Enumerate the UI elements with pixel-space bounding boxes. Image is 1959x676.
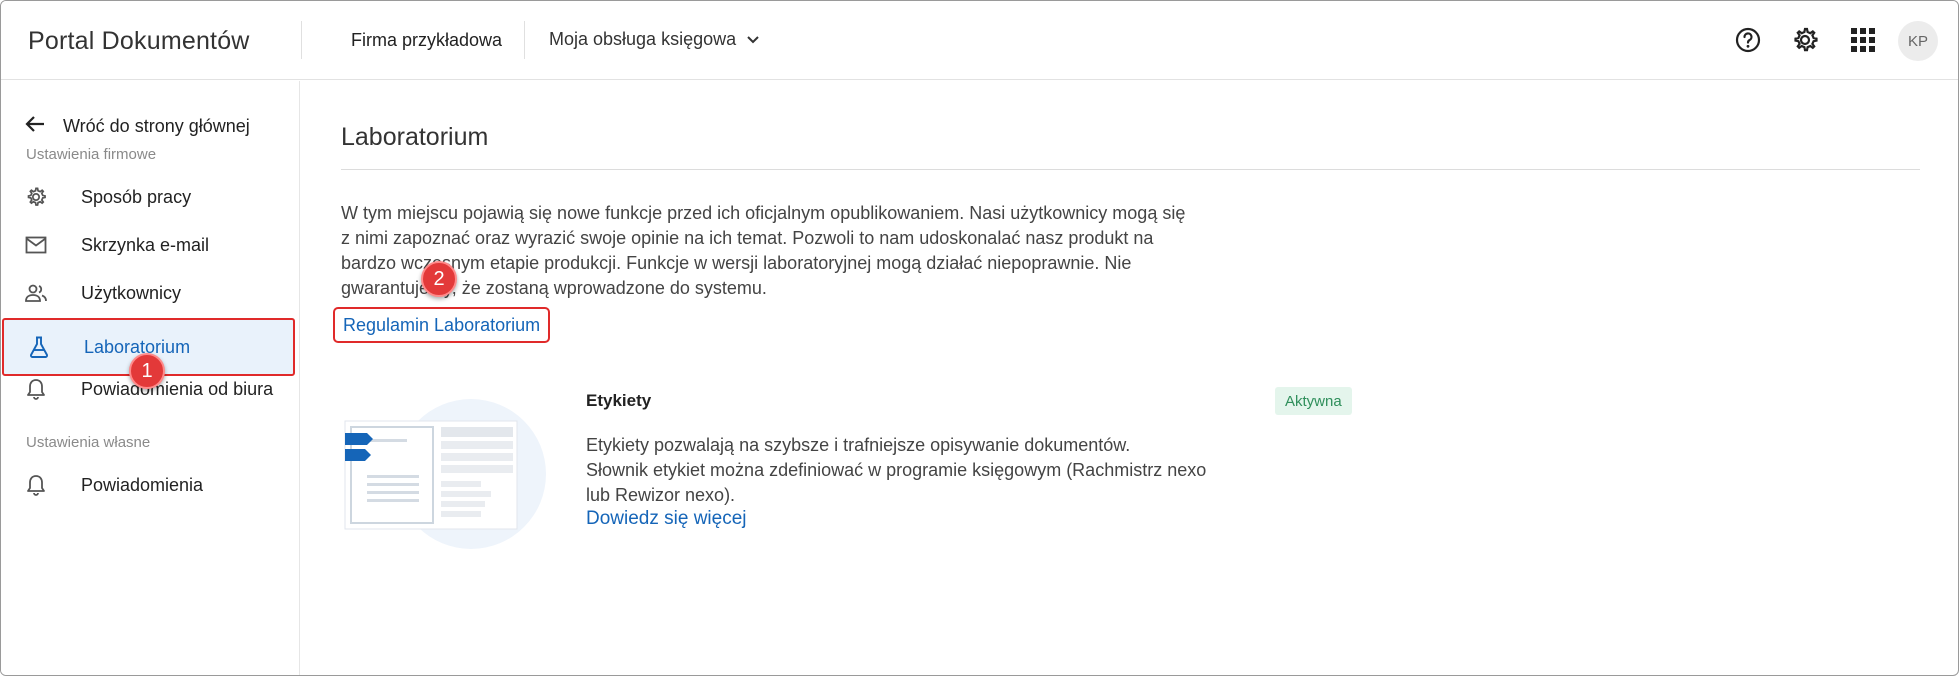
sidebar-item-label: Sposób pracy: [81, 186, 192, 207]
flask-icon: [28, 336, 50, 358]
back-to-home-link[interactable]: Wróć do strony głównej: [25, 115, 250, 138]
app-title: Portal Dokumentów: [28, 27, 250, 55]
intro-text: W tym miejscu pojawią się nowe funkcje p…: [341, 201, 1221, 301]
sidebar-item-users[interactable]: Użytkownicy: [1, 264, 297, 322]
users-icon: [25, 282, 47, 304]
feature-description: Etykiety pozwalają na szybsze i trafniej…: [586, 433, 1246, 508]
learn-more-link[interactable]: Dowiedz się więcej: [586, 508, 747, 530]
service-selector[interactable]: Moja obsługa księgowa: [549, 29, 760, 50]
arrow-left-icon: [25, 115, 45, 138]
app-window: Portal Dokumentów Firma przykładowa Moja…: [0, 0, 1959, 676]
feature-desc-line: Słownik etykiet można zdefiniować w prog…: [586, 460, 1207, 480]
bell-icon: [25, 474, 47, 496]
intro-line: W tym miejscu pojawią się nowe funkcje p…: [341, 203, 1186, 223]
intro-line: bardzo wczesnym etapie produkcji. Funkcj…: [341, 253, 1132, 273]
section-label-personal: Ustawienia własne: [26, 434, 151, 451]
bell-icon: [25, 378, 47, 400]
company-name[interactable]: Firma przykładowa: [351, 30, 502, 51]
sidebar-item-label: Użytkownicy: [81, 282, 182, 303]
sidebar-item-label: Powiadomienia: [81, 474, 204, 495]
main-content: Laboratorium W tym miejscu pojawią się n…: [301, 81, 1958, 675]
top-bar: Portal Dokumentów Firma przykładowa Moja…: [1, 1, 1958, 80]
back-label: Wróć do strony głównej: [63, 116, 250, 136]
feature-name: Etykiety: [586, 391, 652, 410]
intro-line: gwarantujemy, że zostaną wprowadzone do …: [341, 278, 767, 298]
page-title: Laboratorium: [341, 123, 489, 151]
gear-icon[interactable]: [1788, 23, 1822, 57]
labels-illustration: [341, 399, 547, 549]
mail-icon: [25, 234, 47, 256]
service-label: Moja obsługa księgowa: [549, 29, 737, 49]
header-divider: [524, 21, 525, 59]
sidebar-item-label: Laboratorium: [84, 336, 191, 357]
section-label-company: Ustawienia firmowe: [26, 146, 157, 163]
sidebar-item-label: Skrzynka e-mail: [81, 234, 210, 255]
avatar[interactable]: KP: [1898, 21, 1938, 61]
laboratory-rules-link[interactable]: Regulamin Laboratorium: [333, 307, 551, 343]
sidebar-item-label: Powiadomienia od biura: [81, 378, 274, 399]
status-badge: Aktywna: [1275, 387, 1352, 415]
apps-grid-icon[interactable]: [1846, 23, 1880, 57]
title-divider: [341, 169, 1920, 170]
feature-desc-line: Etykiety pozwalają na szybsze i trafniej…: [586, 435, 1131, 455]
chevron-down-icon: [746, 29, 760, 50]
help-icon[interactable]: [1731, 23, 1765, 57]
step-marker-2: 2: [421, 261, 457, 297]
feature-desc-line: lub Rewizor nexo).: [586, 485, 736, 505]
intro-line: z nimi zapoznać oraz wyrazić swoje opini…: [341, 228, 1154, 248]
header-divider: [301, 21, 302, 59]
step-marker-1: 1: [129, 353, 165, 389]
sidebar-item-notifications[interactable]: Powiadomienia: [1, 456, 297, 514]
gear-icon: [25, 186, 47, 208]
